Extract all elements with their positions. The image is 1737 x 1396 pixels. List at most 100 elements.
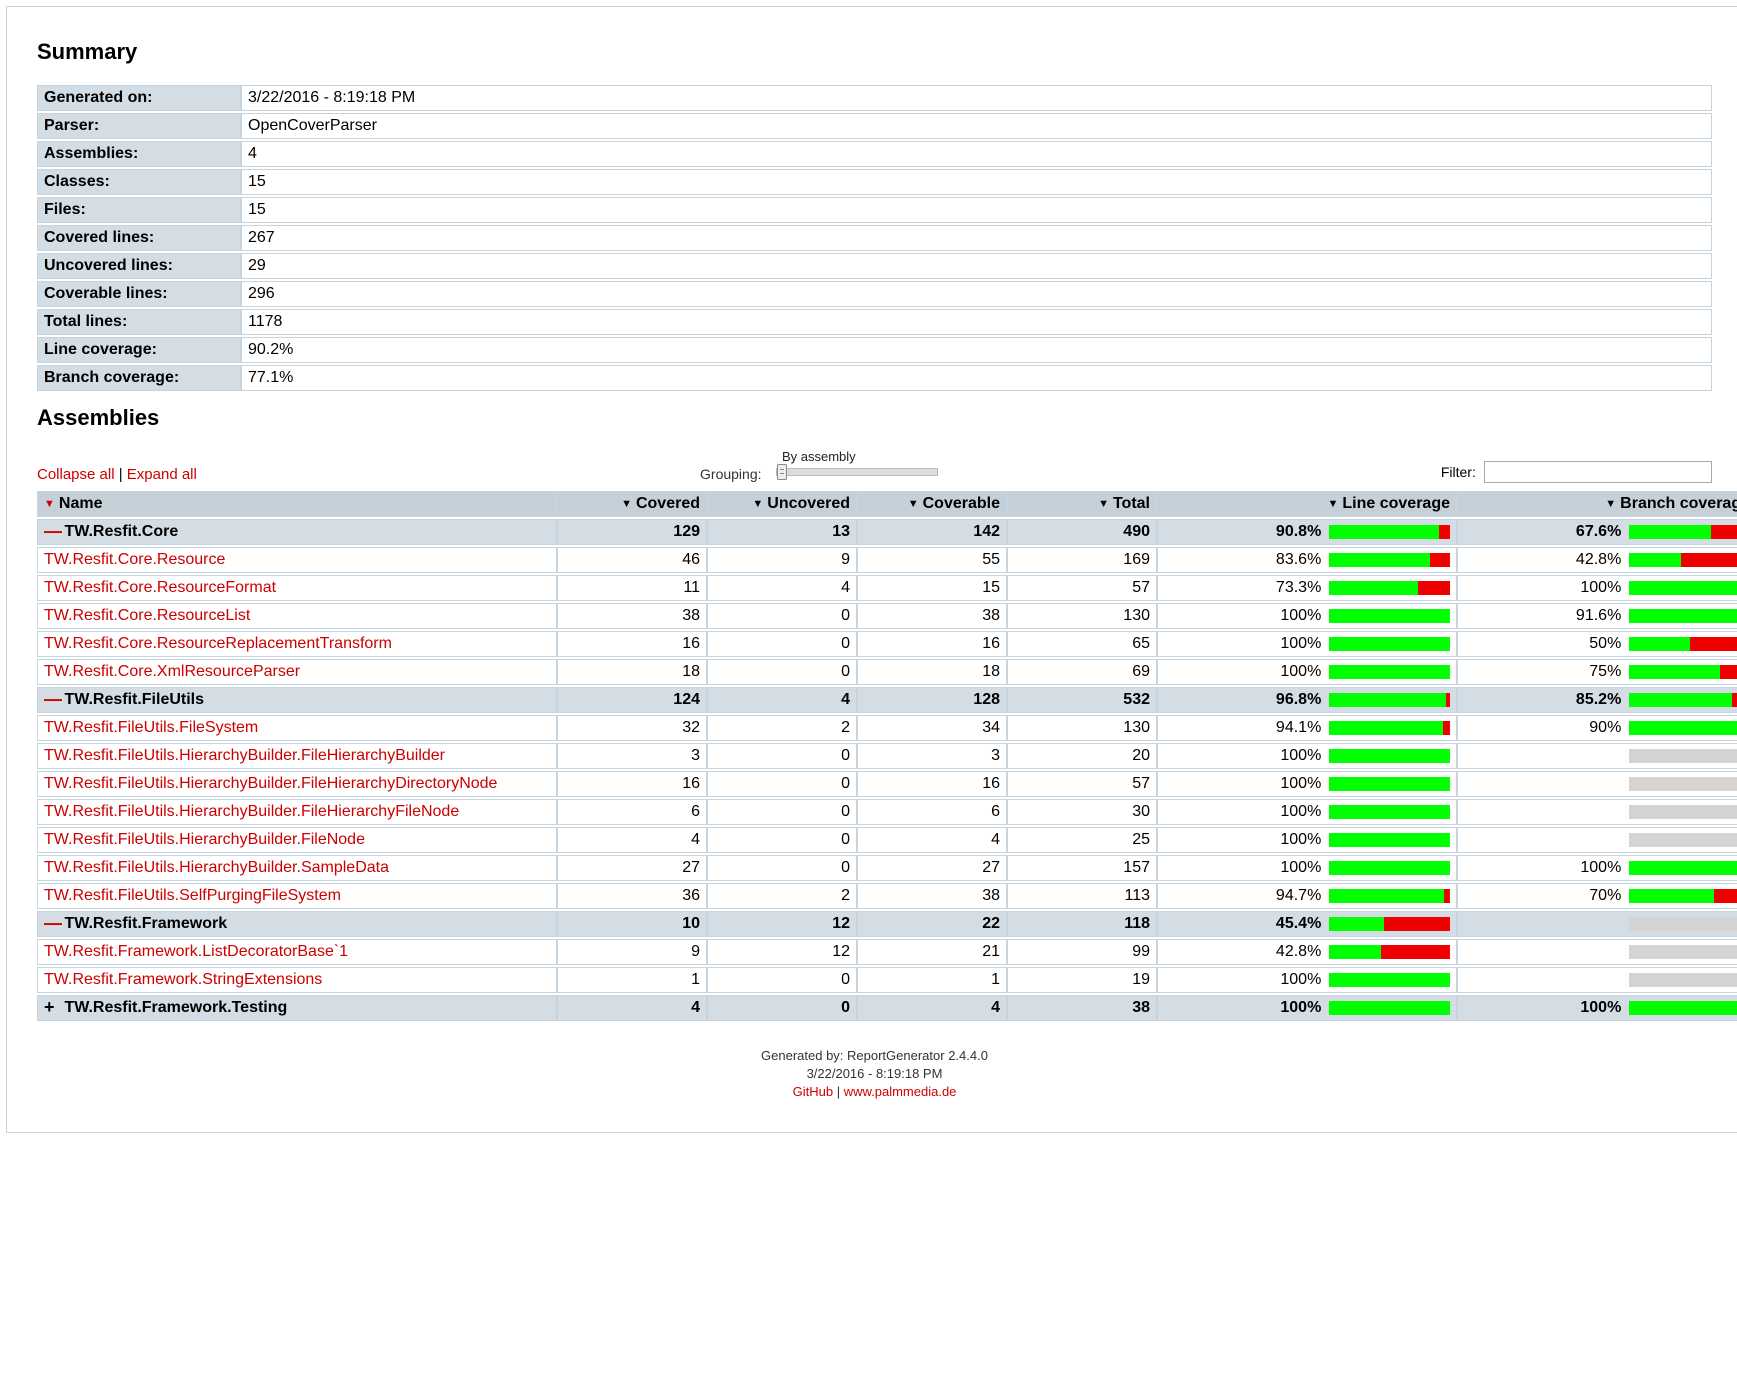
grouping-mode-label: By assembly (197, 449, 1441, 464)
class-row: TW.Resfit.FileUtils.HierarchyBuilder.Fil… (37, 827, 1737, 853)
class-link[interactable]: TW.Resfit.FileUtils.HierarchyBuilder.Fil… (44, 775, 497, 792)
coverage-pct-cell: 100% (1457, 575, 1737, 601)
summary-label: Covered lines: (37, 225, 241, 251)
col-name[interactable]: ▼Name (37, 491, 557, 517)
class-row: TW.Resfit.Core.ResourceList38038130100%9… (37, 603, 1737, 629)
expand-all-link[interactable]: Expand all (127, 466, 197, 483)
coverage-pct-cell: 90% (1457, 715, 1737, 741)
footer: Generated by: ReportGenerator 2.4.4.0 3/… (37, 1047, 1712, 1102)
coverage-pct-cell: 45.4% (1157, 911, 1457, 937)
uncovered-cell: 2 (707, 715, 857, 741)
covered-cell: 9 (557, 939, 707, 965)
class-row: TW.Resfit.FileUtils.HierarchyBuilder.Fil… (37, 743, 1737, 769)
total-cell: 69 (1007, 659, 1157, 685)
uncovered-cell: 0 (707, 967, 857, 993)
col-covered[interactable]: ▼Covered (557, 491, 707, 517)
class-link[interactable]: TW.Resfit.FileUtils.FileSystem (44, 719, 258, 736)
summary-row: Classes:15 (37, 169, 1712, 195)
total-cell: 169 (1007, 547, 1157, 573)
sort-down-icon: ▼ (1098, 498, 1109, 510)
col-line-coverage[interactable]: ▼Line coverage (1157, 491, 1457, 517)
class-link[interactable]: TW.Resfit.Framework.StringExtensions (44, 971, 322, 988)
class-link[interactable]: TW.Resfit.FileUtils.HierarchyBuilder.Sam… (44, 859, 389, 876)
class-row: TW.Resfit.FileUtils.FileSystem3223413094… (37, 715, 1737, 741)
coverable-cell: 4 (857, 827, 1007, 853)
name-cell: TW.Resfit.Core.Resource (37, 547, 557, 573)
summary-label: Assemblies: (37, 141, 241, 167)
uncovered-cell: 4 (707, 575, 857, 601)
coverage-pct-cell (1457, 799, 1737, 825)
assemblies-heading: Assemblies (37, 405, 1712, 431)
uncovered-cell: 2 (707, 883, 857, 909)
sort-down-icon: ▼ (752, 498, 763, 510)
sort-down-icon: ▼ (44, 498, 55, 510)
coverable-cell: 128 (857, 687, 1007, 713)
coverable-cell: 38 (857, 603, 1007, 629)
covered-cell: 16 (557, 771, 707, 797)
coverage-pct-cell (1457, 827, 1737, 853)
coverage-pct-cell: 100% (1157, 743, 1457, 769)
class-link[interactable]: TW.Resfit.FileUtils.SelfPurgingFileSyste… (44, 887, 341, 904)
coverable-cell: 15 (857, 575, 1007, 601)
name-cell: TW.Resfit.Core.ResourceReplacementTransf… (37, 631, 557, 657)
col-branch-coverage[interactable]: ▼Branch coverage (1457, 491, 1737, 517)
total-cell: 490 (1007, 519, 1157, 545)
col-total[interactable]: ▼Total (1007, 491, 1157, 517)
class-link[interactable]: TW.Resfit.FileUtils.HierarchyBuilder.Fil… (44, 747, 445, 764)
coverable-cell: 4 (857, 995, 1007, 1021)
class-row: TW.Resfit.FileUtils.SelfPurgingFileSyste… (37, 883, 1737, 909)
class-link[interactable]: TW.Resfit.Core.ResourceReplacementTransf… (44, 635, 392, 652)
collapse-all-link[interactable]: Collapse all (37, 466, 115, 483)
summary-label: Uncovered lines: (37, 253, 241, 279)
name-cell: — TW.Resfit.Core (37, 519, 557, 545)
class-link[interactable]: TW.Resfit.Core.XmlResourceParser (44, 663, 300, 680)
class-link[interactable]: TW.Resfit.Core.Resource (44, 551, 225, 568)
coverable-cell: 38 (857, 883, 1007, 909)
summary-label: Files: (37, 197, 241, 223)
uncovered-cell: 0 (707, 827, 857, 853)
footer-github-link[interactable]: GitHub (793, 1084, 833, 1099)
summary-table: Generated on:3/22/2016 - 8:19:18 PMParse… (37, 83, 1712, 393)
class-link[interactable]: TW.Resfit.FileUtils.HierarchyBuilder.Fil… (44, 831, 365, 848)
footer-site-link[interactable]: www.palmmedia.de (844, 1084, 957, 1099)
collapse-icon[interactable]: — (44, 916, 58, 930)
assembly-row: — TW.Resfit.Core1291314249090.8%67.6% (37, 519, 1737, 545)
collapse-icon[interactable]: — (44, 524, 58, 538)
coverable-cell: 6 (857, 799, 1007, 825)
summary-row: Branch coverage:77.1% (37, 365, 1712, 391)
covered-cell: 27 (557, 855, 707, 881)
collapse-icon[interactable]: — (44, 692, 58, 706)
expand-icon[interactable]: + (44, 1000, 58, 1014)
class-link[interactable]: TW.Resfit.Framework.ListDecoratorBase`1 (44, 943, 348, 960)
total-cell: 99 (1007, 939, 1157, 965)
summary-row: Generated on:3/22/2016 - 8:19:18 PM (37, 85, 1712, 111)
summary-row: Coverable lines:296 (37, 281, 1712, 307)
col-coverable[interactable]: ▼Coverable (857, 491, 1007, 517)
grouping-slider[interactable] (776, 468, 938, 476)
summary-heading: Summary (37, 39, 1712, 65)
summary-label: Parser: (37, 113, 241, 139)
footer-timestamp: 3/22/2016 - 8:19:18 PM (37, 1065, 1712, 1083)
expand-collapse-controls: Collapse all | Expand all (37, 466, 197, 483)
filter-input[interactable] (1484, 461, 1712, 483)
total-cell: 30 (1007, 799, 1157, 825)
covered-cell: 6 (557, 799, 707, 825)
name-cell: TW.Resfit.Framework.ListDecoratorBase`1 (37, 939, 557, 965)
class-link[interactable]: TW.Resfit.Core.ResourceList (44, 607, 250, 624)
total-cell: 57 (1007, 575, 1157, 601)
summary-label: Branch coverage: (37, 365, 241, 391)
summary-value: 267 (241, 225, 1712, 251)
summary-row: Line coverage:90.2% (37, 337, 1712, 363)
class-link[interactable]: TW.Resfit.Core.ResourceFormat (44, 579, 276, 596)
footer-generated-by: Generated by: ReportGenerator 2.4.4.0 (37, 1047, 1712, 1065)
name-cell: TW.Resfit.Core.XmlResourceParser (37, 659, 557, 685)
coverage-pct-cell: 100% (1157, 631, 1457, 657)
assembly-row: — TW.Resfit.FileUtils124412853296.8%85.2… (37, 687, 1737, 713)
class-link[interactable]: TW.Resfit.FileUtils.HierarchyBuilder.Fil… (44, 803, 459, 820)
summary-row: Parser:OpenCoverParser (37, 113, 1712, 139)
total-cell: 65 (1007, 631, 1157, 657)
coverable-cell: 1 (857, 967, 1007, 993)
uncovered-cell: 12 (707, 939, 857, 965)
col-uncovered[interactable]: ▼Uncovered (707, 491, 857, 517)
coverage-pct-cell (1457, 939, 1737, 965)
